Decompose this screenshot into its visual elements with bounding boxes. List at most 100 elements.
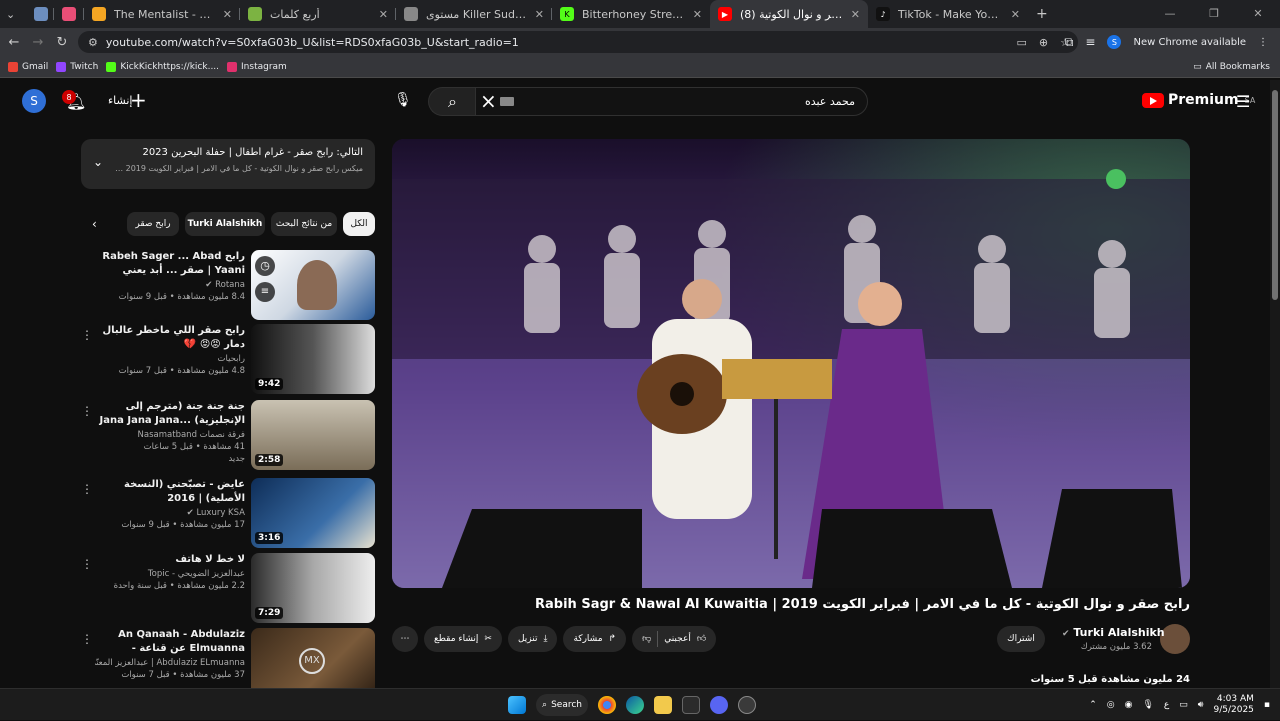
channel-name[interactable]: Abdulaziz ELmuanna | عبدالعزيز المعنّى — [95, 658, 245, 668]
bookmark-kick[interactable]: KickKickhttps://kick.... — [106, 61, 219, 72]
close-icon[interactable]: ✕ — [223, 8, 232, 21]
more-vert-icon[interactable]: ⋮ — [81, 328, 93, 342]
close-icon[interactable]: ✕ — [379, 8, 388, 21]
tab-search-button[interactable]: ⌄ — [0, 0, 26, 28]
taskbar-clock[interactable]: 4:03 AM 9/5/2025 — [1213, 694, 1253, 716]
notifications-icon[interactable]: ▪ — [1264, 700, 1270, 710]
discord-icon[interactable] — [710, 696, 728, 714]
chevron-up-icon[interactable]: ⌃ — [1089, 700, 1097, 710]
tray-app-icon[interactable]: ◉ — [1125, 700, 1133, 710]
network-icon[interactable]: ▭ — [1179, 700, 1188, 710]
list-item[interactable]: ⋮ 9:42 رابح صقر اللي ماخطر عالبال دمار 😡… — [81, 324, 375, 394]
close-icon[interactable]: ✕ — [535, 8, 544, 21]
more-vert-icon[interactable]: ⋮ — [81, 404, 93, 418]
tab-2[interactable]: The Mentalist - S5 · E2 ✕ — [84, 0, 240, 28]
site-info-icon[interactable]: ⚙ — [88, 36, 98, 49]
cast-icon[interactable]: ▭ — [1017, 36, 1027, 49]
video-title[interactable]: لا خط لا هاتف — [95, 553, 245, 567]
video-thumbnail[interactable]: 9:42 — [251, 324, 375, 394]
taskbar-search[interactable]: ⌕ Search — [536, 694, 588, 716]
tab-7[interactable]: ♪ TikTok - Make Your Day ✕ — [868, 0, 1028, 28]
chrome-icon[interactable] — [598, 696, 616, 714]
address-bar[interactable]: ⚙ youtube.com/watch?v=S0xfaG03b_U&list=R… — [78, 31, 1078, 53]
search-input[interactable]: محمد عبده — [475, 87, 868, 116]
video-title[interactable]: رابح صقر اللي ماخطر عالبال دمار 😡😡 💔 — [95, 324, 245, 352]
list-item[interactable]: ◷ ≡ رابح Rabeh Sager ... Abad Yaani | صق… — [81, 250, 375, 320]
download-button[interactable]: تنزيل ⤓ — [507, 626, 558, 652]
close-icon[interactable]: ✕ — [1011, 8, 1020, 21]
channel-name[interactable]: Rotana ✔ — [95, 280, 245, 290]
subscribe-button[interactable]: اشتراك — [997, 626, 1045, 652]
page-scrollbar[interactable] — [1270, 80, 1280, 688]
bookmark-twitch[interactable]: Twitch — [56, 61, 98, 72]
hamburger-menu-icon[interactable]: ☰ — [1236, 92, 1250, 111]
profile-avatar[interactable]: S — [1107, 35, 1122, 49]
video-thumbnail[interactable]: MX — [251, 628, 375, 688]
tab-5[interactable]: K Bitterhoney Stream - Watch Liv... ✕ — [552, 0, 710, 28]
clear-search-icon[interactable]: × — [480, 89, 497, 113]
video-title[interactable]: رابح Rabeh Sager ... Abad Yaani | صقر ..… — [95, 250, 245, 278]
channel-name[interactable]: رابحيات — [95, 354, 245, 364]
video-player[interactable] — [392, 139, 1190, 588]
edge-icon[interactable] — [626, 696, 644, 714]
chip-all[interactable]: الكل — [343, 212, 375, 236]
dislike-icon[interactable]: 👎︎ — [642, 634, 651, 644]
chip-from-search[interactable]: من نتائج البحث — [271, 212, 337, 236]
xbox-icon[interactable] — [682, 696, 700, 714]
lang-indicator[interactable]: ع — [1164, 700, 1169, 710]
list-item[interactable]: ⋮ 2:58 جنة جنة جنة (مترجم إلى الإنجليزية… — [81, 400, 375, 470]
steam-icon[interactable] — [738, 696, 756, 714]
mic-icon[interactable]: 🎙︎ — [1142, 700, 1153, 710]
tab-3[interactable]: أربع كلمات ✕ — [240, 0, 396, 28]
video-title[interactable]: جنة جنة جنة (مترجم إلى الإنجليزية) Jana … — [95, 400, 245, 428]
clip-button[interactable]: إنشاء مقطع ✂ — [424, 626, 502, 652]
new-tab-button[interactable]: + — [1028, 0, 1052, 28]
like-icon[interactable]: 👍︎ — [697, 634, 706, 644]
close-icon[interactable]: ✕ — [693, 8, 702, 21]
update-chrome-button[interactable]: New Chrome available — [1133, 37, 1246, 48]
more-vert-icon[interactable]: ⋮ — [81, 557, 93, 571]
more-actions-button[interactable]: ⋯ — [392, 626, 418, 652]
create-button[interactable]: إنشاء — [108, 94, 132, 107]
chip-artist[interactable]: رابح صقر — [127, 212, 179, 236]
plus-icon[interactable]: + — [130, 88, 147, 112]
queue-icon[interactable]: ≡ — [255, 282, 275, 302]
chevron-left-icon[interactable]: ‹ — [92, 217, 97, 231]
list-item[interactable]: ⋮ 7:29 لا خط لا هاتف عبدالعزيز الضويحي -… — [81, 553, 375, 623]
video-thumbnail[interactable]: 7:29 — [251, 553, 375, 623]
like-dislike-button[interactable]: 👎︎ أعجبني 👍︎ — [632, 626, 717, 652]
tab-1[interactable] — [54, 0, 84, 28]
bookmark-gmail[interactable]: Gmail — [8, 61, 48, 72]
video-title[interactable]: An Qanaah - Abdulaziz Elmuanna عن قناعة … — [95, 628, 245, 656]
reload-icon[interactable]: ↻ — [50, 35, 74, 50]
list-item[interactable]: ⋮ MX An Qanaah - Abdulaziz Elmuanna عن ق… — [81, 628, 375, 688]
back-arrow-icon[interactable]: ← — [2, 35, 26, 50]
more-vert-icon[interactable]: ⋮ — [81, 632, 93, 646]
forward-arrow-icon[interactable]: → — [26, 35, 50, 50]
extensions-icon[interactable]: ⧉ — [1065, 35, 1074, 50]
share-button[interactable]: مشاركة ↱ — [563, 626, 627, 652]
channel-name-main[interactable]: ✔ Turki Alalshikh — [1062, 626, 1165, 639]
tray-app-icon[interactable]: ◎ — [1107, 700, 1115, 710]
keyboard-icon[interactable] — [500, 97, 514, 106]
chip-channel[interactable]: Turki Alalshikh — [185, 212, 265, 236]
video-views[interactable]: 24 مليون مشاهدة قبل 5 سنوات — [960, 674, 1190, 685]
windows-start-icon[interactable] — [508, 696, 526, 714]
minimize-icon[interactable]: — — [1148, 0, 1192, 28]
video-thumbnail[interactable]: ◷ ≡ — [251, 250, 375, 320]
file-explorer-icon[interactable] — [654, 696, 672, 714]
media-icon[interactable]: ≡ — [1085, 35, 1095, 49]
tab-4[interactable]: مستوى Killer Sudoku الصعب - ... ✕ — [396, 0, 552, 28]
video-title[interactable]: عايض - تصبّحني (النسخة الأصلية) | 2016 — [95, 478, 245, 506]
clock-icon[interactable]: ◷ — [255, 256, 275, 276]
kebab-menu-icon[interactable]: ⋮ — [1258, 37, 1268, 48]
close-icon[interactable]: ✕ — [851, 8, 860, 21]
microphone-icon[interactable]: 🎙︎ — [394, 92, 412, 108]
chevron-down-icon[interactable]: ⌄ — [93, 155, 103, 169]
bookmark-instagram[interactable]: Instagram — [227, 61, 287, 72]
mix-queue-panel[interactable]: التالي: رابح صقر - غرام أطفال | حفلة الب… — [81, 139, 375, 189]
search-button[interactable]: ⌕ — [428, 87, 476, 116]
video-thumbnail[interactable]: 2:58 — [251, 400, 375, 470]
scrollbar-thumb[interactable] — [1272, 90, 1278, 300]
channel-name[interactable]: Luxury KSA ✔ — [95, 508, 245, 518]
